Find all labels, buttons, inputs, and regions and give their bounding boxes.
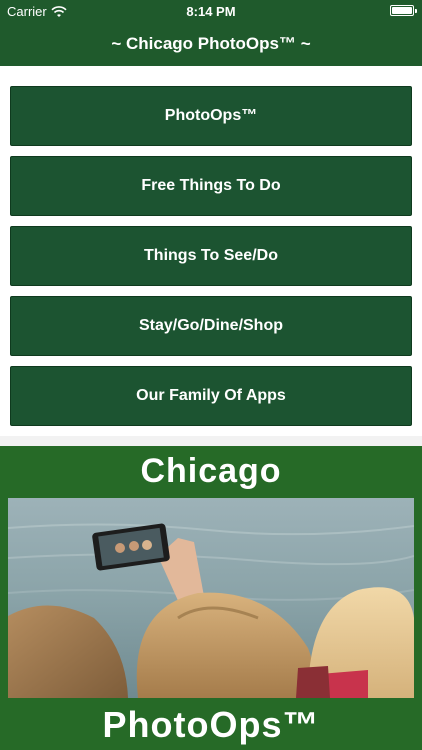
status-bar: Carrier 8:14 PM — [0, 0, 422, 22]
status-time: 8:14 PM — [186, 4, 236, 19]
photoops-button[interactable]: PhotoOps™ — [10, 86, 412, 146]
photoops-button-label: PhotoOps™ — [164, 107, 258, 124]
nav-title: ~ Chicago PhotoOps™ ~ — [111, 34, 311, 53]
free-things-button[interactable]: Free Things To Do — [10, 156, 412, 216]
family-of-apps-button[interactable]: Our Family Of Apps — [10, 366, 412, 426]
banner-city-text: Chicago — [140, 452, 282, 490]
promo-banner: Chicago PhotoOps™ — [0, 446, 422, 750]
things-to-see-button-label: Things To See/Do — [144, 247, 278, 264]
free-things-button-label: Free Things To Do — [141, 177, 281, 194]
family-of-apps-button-label: Our Family Of Apps — [136, 387, 286, 404]
separator — [0, 436, 422, 446]
nav-bar: ~ Chicago PhotoOps™ ~ — [0, 22, 422, 66]
stay-go-dine-shop-button-label: Stay/Go/Dine/Shop — [138, 317, 283, 334]
banner-brand-text: PhotoOps™ — [102, 704, 320, 745]
selfie-photo — [8, 498, 414, 698]
main-menu: PhotoOps™ Free Things To Do Things To Se… — [10, 86, 412, 436]
things-to-see-button[interactable]: Things To See/Do — [10, 226, 412, 286]
stay-go-dine-shop-button[interactable]: Stay/Go/Dine/Shop — [10, 296, 412, 356]
battery-icon — [390, 5, 417, 16]
